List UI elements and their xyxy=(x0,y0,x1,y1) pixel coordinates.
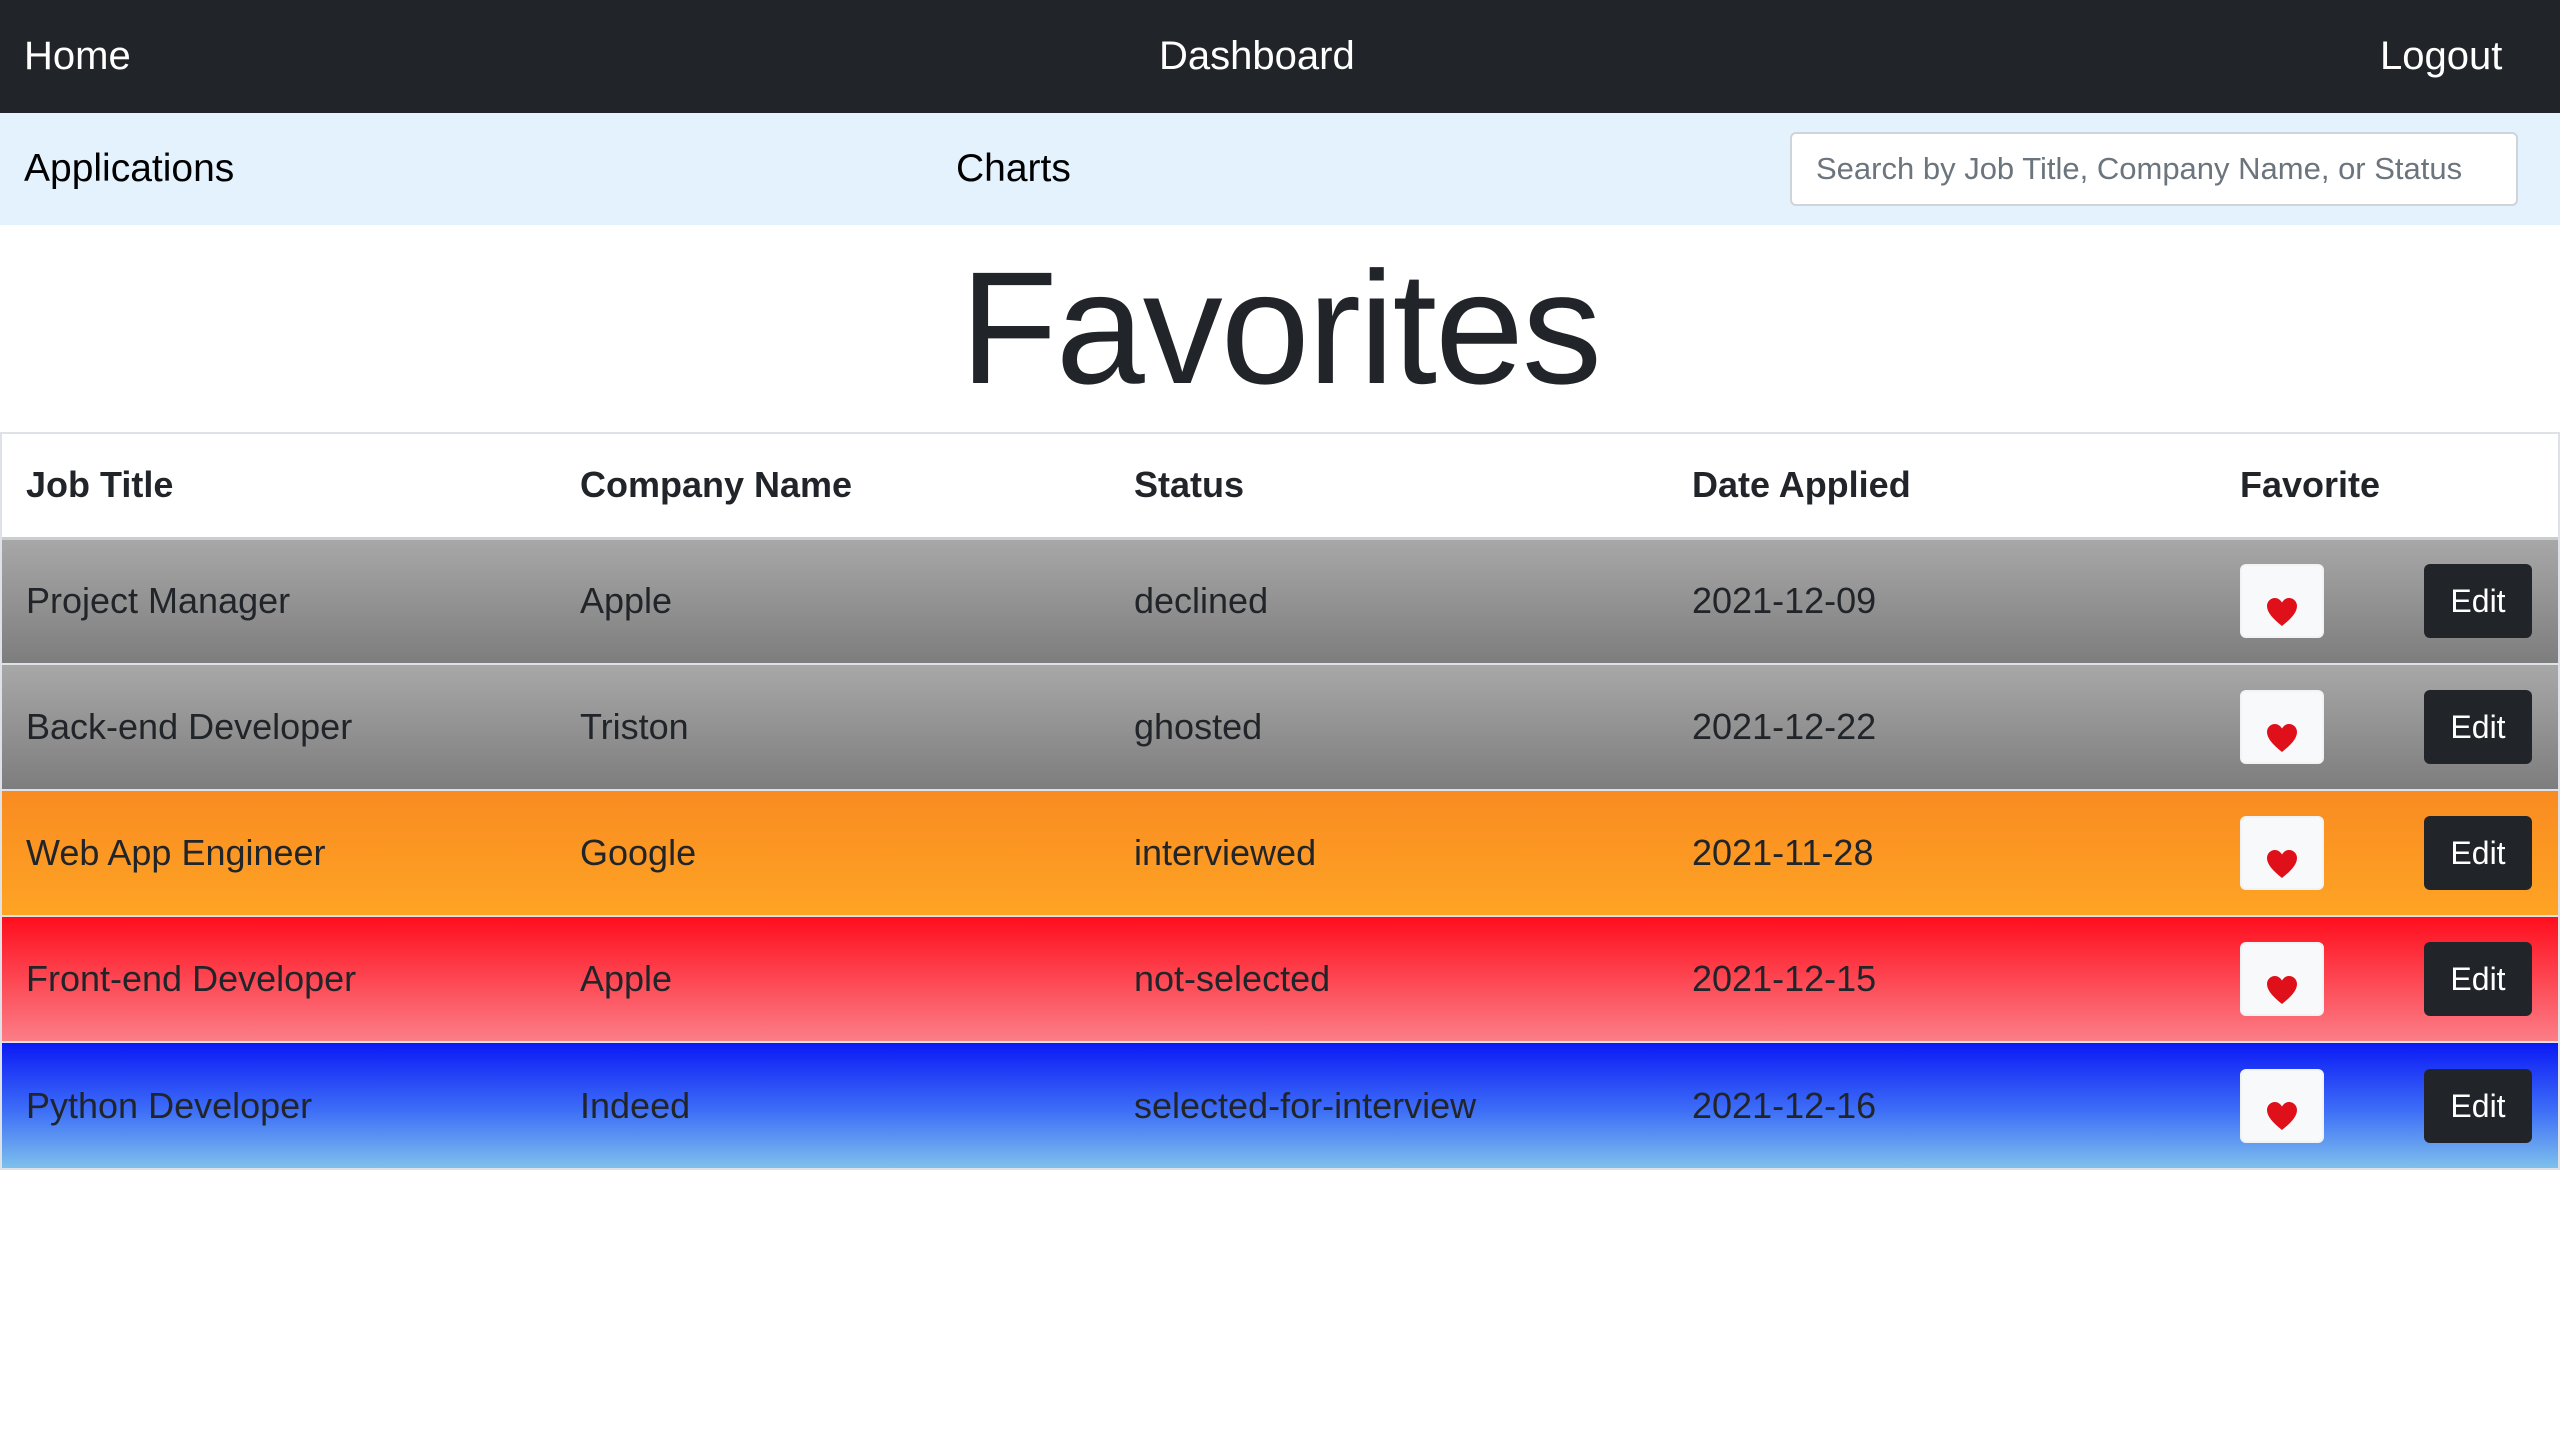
favorite-button[interactable] xyxy=(2240,942,2324,1016)
date-applied-cell: 2021-12-16 xyxy=(1668,1041,2216,1168)
job-title-cell: Back-end Developer xyxy=(2,663,556,790)
column-header-status: Status xyxy=(1110,434,1668,540)
edit-button[interactable]: Edit xyxy=(2424,564,2532,639)
actions-cell: Edit xyxy=(2216,663,2558,790)
edit-button[interactable]: Edit xyxy=(2424,942,2532,1016)
company-name-cell: Google xyxy=(556,789,1110,916)
heart-icon xyxy=(2267,597,2297,626)
date-applied-cell: 2021-12-09 xyxy=(1668,537,2216,664)
edit-button[interactable]: Edit xyxy=(2424,690,2532,764)
search-input[interactable] xyxy=(1790,132,2518,206)
job-title-cell: Python Developer xyxy=(2,1041,556,1168)
company-name-cell: Apple xyxy=(556,915,1110,1042)
job-title-cell: Front-end Developer xyxy=(2,915,556,1042)
table-row: Web App Engineer Google interviewed 2021… xyxy=(2,789,2558,916)
column-header-date-applied: Date Applied xyxy=(1668,434,2216,540)
heart-icon xyxy=(2267,1102,2297,1130)
actions-cell: Edit xyxy=(2216,537,2558,664)
status-cell: ghosted xyxy=(1110,663,1668,790)
top-navbar: Home Dashboard Logout xyxy=(0,0,2560,113)
actions-cell: Edit xyxy=(2216,1041,2558,1168)
table-row: Back-end Developer Triston ghosted 2021-… xyxy=(2,663,2558,790)
edit-button[interactable]: Edit xyxy=(2424,816,2532,890)
favorite-button[interactable] xyxy=(2240,564,2324,639)
heart-icon xyxy=(2267,849,2297,878)
status-cell: interviewed xyxy=(1110,789,1668,916)
table-header-row: Job Title Company Name Status Date Appli… xyxy=(2,434,2558,540)
status-cell: selected-for-interview xyxy=(1110,1041,1668,1168)
status-cell: declined xyxy=(1110,537,1668,664)
table-row: Python Developer Indeed selected-for-int… xyxy=(2,1041,2558,1168)
favorite-button[interactable] xyxy=(2240,1068,2324,1143)
home-link[interactable]: Home xyxy=(24,0,131,113)
date-applied-cell: 2021-12-15 xyxy=(1668,915,2216,1042)
job-title-cell: Project Manager xyxy=(2,537,556,664)
company-name-cell: Indeed xyxy=(556,1041,1110,1168)
job-title-cell: Web App Engineer xyxy=(2,789,556,916)
dashboard-link[interactable]: Dashboard xyxy=(1159,0,1355,113)
column-header-company-name: Company Name xyxy=(556,434,1110,540)
favorites-table: Job Title Company Name Status Date Appli… xyxy=(2,434,2558,1168)
favorites-table-container: Job Title Company Name Status Date Appli… xyxy=(0,432,2560,1170)
page-title: Favorites xyxy=(960,238,1602,417)
company-name-cell: Triston xyxy=(556,663,1110,790)
column-header-job-title: Job Title xyxy=(2,434,556,540)
column-header-favorite: Favorite xyxy=(2216,434,2558,540)
heart-icon xyxy=(2267,723,2297,752)
status-cell: not-selected xyxy=(1110,915,1668,1042)
date-applied-cell: 2021-11-28 xyxy=(1668,789,2216,916)
applications-link[interactable]: Applications xyxy=(24,113,234,225)
logout-link[interactable]: Logout xyxy=(2380,0,2502,113)
company-name-cell: Apple xyxy=(556,537,1110,664)
actions-cell: Edit xyxy=(2216,915,2558,1042)
date-applied-cell: 2021-12-22 xyxy=(1668,663,2216,790)
favorite-button[interactable] xyxy=(2240,690,2324,764)
table-row: Project Manager Apple declined 2021-12-0… xyxy=(2,537,2558,664)
charts-link[interactable]: Charts xyxy=(956,113,1071,225)
edit-button[interactable]: Edit xyxy=(2424,1068,2532,1143)
table-row: Front-end Developer Apple not-selected 2… xyxy=(2,915,2558,1042)
actions-cell: Edit xyxy=(2216,789,2558,916)
heart-icon xyxy=(2267,975,2297,1004)
favorite-button[interactable] xyxy=(2240,816,2324,890)
